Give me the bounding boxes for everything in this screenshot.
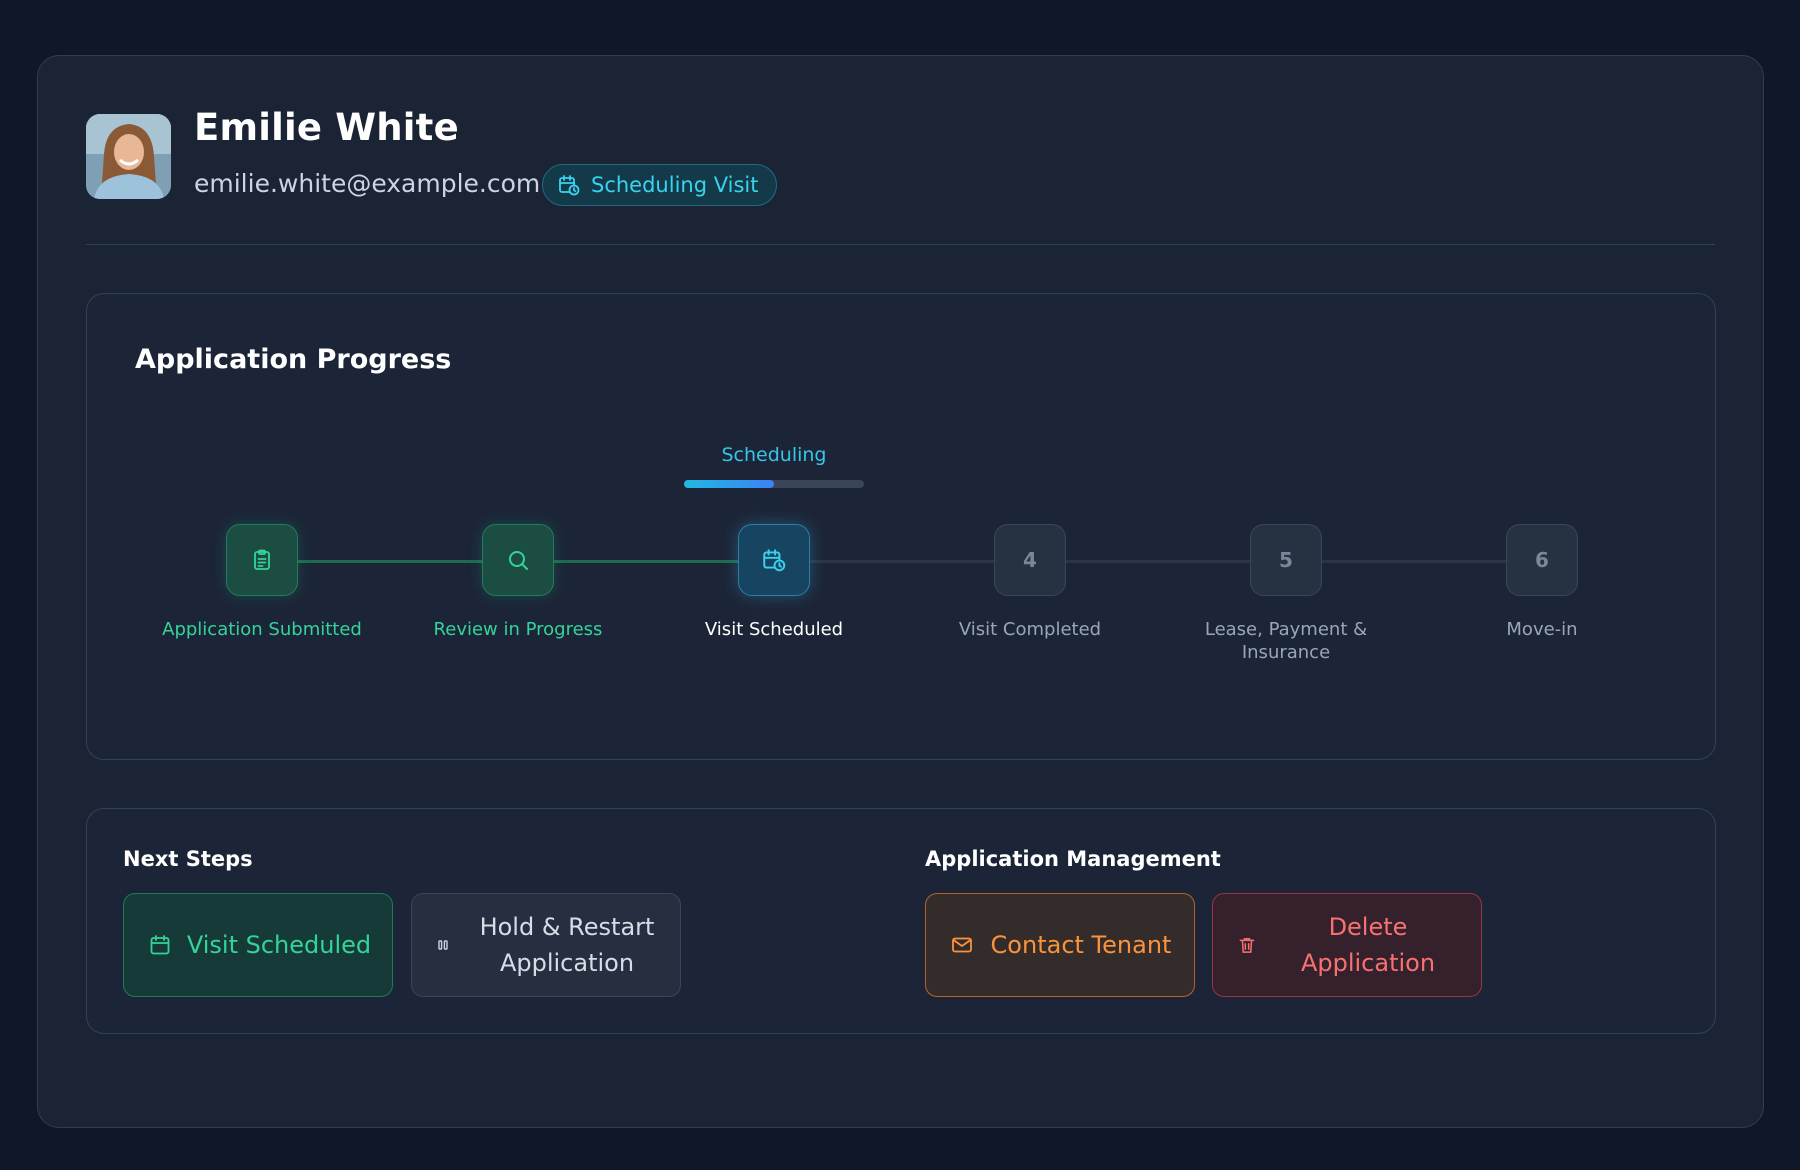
calendar-clock-icon: [761, 547, 787, 573]
hold-restart-button[interactable]: Hold & Restart Application: [411, 893, 681, 997]
delete-application-button[interactable]: Delete Application: [1212, 893, 1482, 997]
tenant-name: Emilie White: [194, 106, 459, 149]
visit-scheduled-button[interactable]: Visit Scheduled: [123, 893, 393, 997]
connector-4-5: [1066, 560, 1250, 563]
mail-icon: [950, 933, 974, 957]
step-label: Lease, Payment & Insurance: [1204, 619, 1368, 663]
contact-tenant-button[interactable]: Contact Tenant: [925, 893, 1195, 997]
stage-progress-fill: [684, 480, 774, 488]
trash-icon: [1237, 935, 1257, 955]
tenant-email: emilie.white@example.com: [194, 169, 541, 198]
step-visit-completed: 4: [994, 524, 1066, 596]
step-label: Move-in: [1506, 619, 1578, 640]
application-progress-panel: Application Progress Scheduling Applicat…: [86, 293, 1716, 760]
actions-panel: Next Steps Application Management Visit …: [86, 808, 1716, 1034]
calendar-icon: [148, 933, 172, 957]
current-stage-label: Scheduling: [721, 444, 827, 466]
header-divider: [86, 244, 1715, 245]
stage-progress-bar: [684, 480, 864, 488]
step-label: Application Submitted: [162, 619, 362, 640]
calendar-clock-icon: [557, 173, 581, 197]
connector-3-4: [810, 560, 994, 563]
status-badge: Scheduling Visit: [542, 164, 778, 206]
step-application-submitted: [226, 524, 298, 596]
step-review-in-progress: [482, 524, 554, 596]
step-move-in: 6: [1506, 524, 1578, 596]
clipboard-icon: [250, 548, 274, 572]
connector-5-6: [1322, 560, 1506, 563]
connector-2-3: [554, 560, 738, 563]
next-steps-title: Next Steps: [123, 847, 253, 871]
step-visit-scheduled: [738, 524, 810, 596]
pause-icon: [436, 938, 450, 952]
search-icon: [506, 548, 530, 572]
step-label: Visit Completed: [958, 619, 1102, 640]
step-lease-payment-insurance: 5: [1250, 524, 1322, 596]
hold-restart-label: Hold & Restart Application: [479, 913, 655, 977]
status-badge-label: Scheduling Visit: [591, 173, 759, 197]
connector-1-2: [298, 560, 482, 563]
application-card: Emilie White emilie.white@example.com Sc…: [37, 55, 1764, 1128]
avatar: [86, 114, 171, 199]
progress-title: Application Progress: [135, 344, 452, 375]
step-label: Visit Scheduled: [704, 619, 844, 640]
application-management-title: Application Management: [925, 847, 1221, 871]
step-label: Review in Progress: [433, 619, 603, 640]
